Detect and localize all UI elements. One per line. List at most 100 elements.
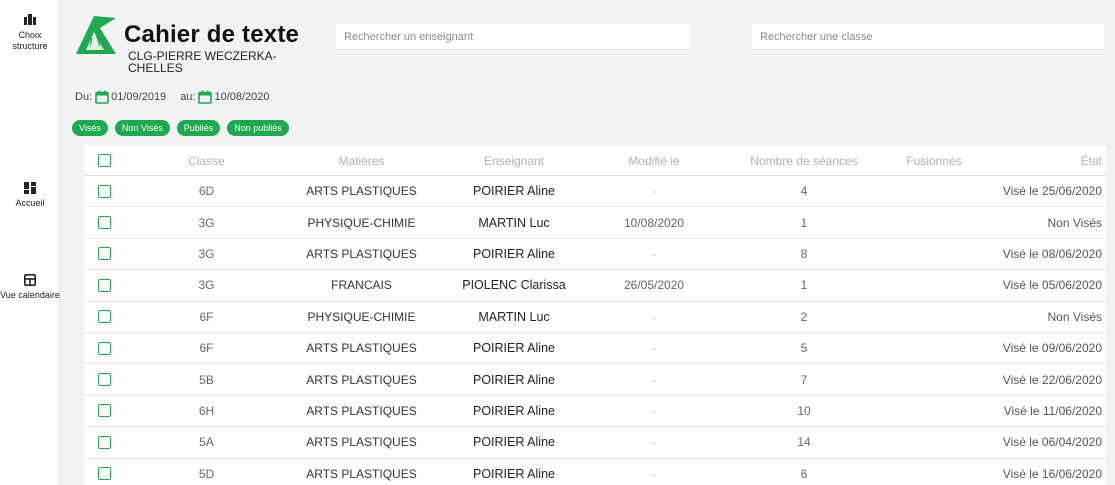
- row-checkbox[interactable]: [97, 247, 111, 261]
- table-row[interactable]: 3G PHYSIQUE-CHIMIE MARTIN Luc 10/08/2020 1 No…: [84, 207, 1106, 239]
- sidebar-item-structure[interactable]: Choix structure: [0, 14, 60, 52]
- sidebar-item-label: Accueil: [15, 198, 45, 208]
- calendar-icon[interactable]: [95, 90, 109, 104]
- cell-matiere: ARTS PLASTIQUES: [306, 403, 417, 418]
- row-select-cell: [84, 270, 124, 300]
- cell-matiere: PHYSIQUE-CHIMIE: [307, 309, 416, 324]
- school-name: CLG-PIERRE WECZERKA-CHELLES: [128, 49, 277, 75]
- page-title: Cahier de texte: [124, 21, 300, 48]
- row-checkbox[interactable]: [97, 435, 111, 449]
- cell-modifie: -: [652, 466, 656, 481]
- cell-seances: 5: [800, 341, 808, 356]
- cell-modifie: 10/08/2020: [623, 215, 685, 230]
- cell-fusionnes: [884, 270, 984, 300]
- row-checkbox[interactable]: [97, 216, 111, 230]
- cell-enseignant: POIRIER Aline: [473, 246, 555, 261]
- cell-matiere: ARTS PLASTIQUES: [306, 372, 417, 387]
- search-class-input[interactable]: [752, 24, 1104, 50]
- building-icon: [24, 14, 36, 25]
- select-all-cell: [84, 146, 124, 175]
- calendar-grid-icon: [24, 274, 36, 286]
- column-header-modifie[interactable]: Modifié le: [594, 146, 714, 175]
- app-logo: [76, 16, 116, 54]
- row-select-cell: [84, 459, 124, 485]
- from-date[interactable]: 01/09/2019: [111, 91, 166, 103]
- date-range: Du: 01/09/2019 au: 10/08/2020: [75, 90, 284, 104]
- row-checkbox[interactable]: [97, 278, 111, 292]
- table-row[interactable]: 6F ARTS PLASTIQUES POIRIER Aline - 5 Visé le …: [84, 332, 1106, 365]
- cell-etat: Non Visés: [1047, 309, 1102, 324]
- table-row[interactable]: 5B ARTS PLASTIQUES POIRIER Aline - 7 Visé le …: [84, 364, 1106, 396]
- cell-classe: 6F: [199, 309, 214, 324]
- row-checkbox[interactable]: [97, 341, 111, 355]
- from-label: Du:: [75, 91, 93, 103]
- column-header-enseignant[interactable]: Enseignant: [434, 146, 594, 175]
- sidebar-item-home[interactable]: Accueil: [0, 182, 60, 209]
- cell-enseignant: MARTIN Luc: [478, 309, 550, 324]
- column-header-classe[interactable]: Classe: [159, 146, 254, 175]
- search-teacher-input[interactable]: [336, 24, 690, 50]
- row-select-cell: [84, 364, 124, 394]
- cell-classe: 3G: [198, 246, 215, 261]
- cell-seances: 7: [800, 372, 808, 387]
- table-row[interactable]: 3G FRANCAIS PIOLENC Clarissa 26/05/2020 1 Vis…: [84, 270, 1106, 302]
- filter-vises-button[interactable]: Visés: [72, 120, 108, 136]
- calendar-icon[interactable]: [198, 90, 213, 104]
- row-select-cell: [84, 333, 124, 363]
- row-select-cell: [84, 176, 124, 206]
- cell-etat: Visé le 25/06/2020: [1002, 184, 1102, 199]
- table-row[interactable]: 3G ARTS PLASTIQUES POIRIER Aline - 8 Visé le …: [84, 238, 1106, 271]
- cell-modifie: 26/05/2020: [623, 278, 685, 293]
- cell-seances: 8: [800, 246, 808, 261]
- table-row[interactable]: 6H ARTS PLASTIQUES POIRIER Aline - 10 Visé le…: [84, 395, 1106, 428]
- filter-publies-button[interactable]: Publiés: [176, 120, 221, 136]
- cell-fusionnes: [884, 302, 984, 332]
- column-header-fusionnes[interactable]: Fusionnés: [884, 146, 984, 175]
- select-all-checkbox[interactable]: [97, 154, 111, 167]
- cell-seances: 14: [797, 435, 811, 450]
- row-checkbox[interactable]: [97, 467, 111, 481]
- filter-non-publies-button[interactable]: Non publiés: [227, 120, 289, 136]
- cell-modifie: -: [652, 309, 656, 324]
- row-checkbox[interactable]: [97, 184, 111, 198]
- cell-enseignant: POIRIER Aline: [473, 466, 555, 481]
- table-row[interactable]: 5D ARTS PLASTIQUES POIRIER Aline - 6 Visé le …: [84, 458, 1106, 485]
- row-checkbox[interactable]: [97, 373, 111, 387]
- table-row[interactable]: 6F PHYSIQUE-CHIMIE MARTIN Luc - 2 Non Visés: [84, 301, 1106, 333]
- cell-fusionnes: [884, 239, 984, 269]
- column-header-seances[interactable]: Nombre de séances: [714, 146, 894, 175]
- cell-seances: 1: [800, 278, 808, 293]
- cell-matiere: ARTS PLASTIQUES: [306, 184, 417, 199]
- cell-fusionnes: [884, 427, 984, 457]
- column-header-etat[interactable]: État: [974, 146, 1102, 175]
- dashboard-icon: [24, 182, 36, 194]
- filter-non-vises-button[interactable]: Non Visés: [114, 120, 170, 136]
- table-row[interactable]: 5A ARTS PLASTIQUES POIRIER Aline - 14 Visé le…: [84, 427, 1106, 459]
- sidebar-item-calendar[interactable]: Vue calendaire: [0, 274, 60, 301]
- cell-classe: 5B: [199, 372, 214, 387]
- row-checkbox[interactable]: [97, 404, 111, 418]
- cell-fusionnes: [884, 176, 984, 206]
- filter-chips: Visés Non Visés Publiés Non publiés: [72, 120, 296, 136]
- column-header-matieres[interactable]: Matières: [284, 146, 439, 175]
- table-row[interactable]: 6D ARTS PLASTIQUES POIRIER Aline - 4 Visé le …: [84, 176, 1106, 208]
- to-date[interactable]: 10/08/2020: [214, 91, 269, 103]
- cell-classe: 6H: [198, 403, 215, 418]
- row-checkbox[interactable]: [97, 310, 111, 324]
- cell-modifie: -: [652, 184, 656, 199]
- cell-matiere: ARTS PLASTIQUES: [306, 341, 417, 356]
- cell-matiere: PHYSIQUE-CHIMIE: [307, 215, 416, 230]
- table-header-row: Classe Matières Enseignant Modifié le No…: [84, 146, 1106, 176]
- cell-classe: 5A: [199, 435, 214, 450]
- row-select-cell: [84, 239, 124, 269]
- cell-etat: Visé le 22/06/2020: [1002, 372, 1102, 387]
- cell-modifie: -: [652, 435, 656, 450]
- cell-enseignant: PIOLENC Clarissa: [462, 278, 566, 293]
- cell-classe: 3G: [198, 278, 215, 293]
- cell-classe: 6D: [198, 184, 215, 199]
- cell-classe: 3G: [198, 215, 215, 230]
- cell-modifie: -: [652, 341, 656, 356]
- main-content: Cahier de texte CLG-PIERRE WECZERKA-CHEL…: [60, 0, 1115, 485]
- cell-fusionnes: [884, 396, 984, 426]
- cell-fusionnes: [884, 333, 984, 363]
